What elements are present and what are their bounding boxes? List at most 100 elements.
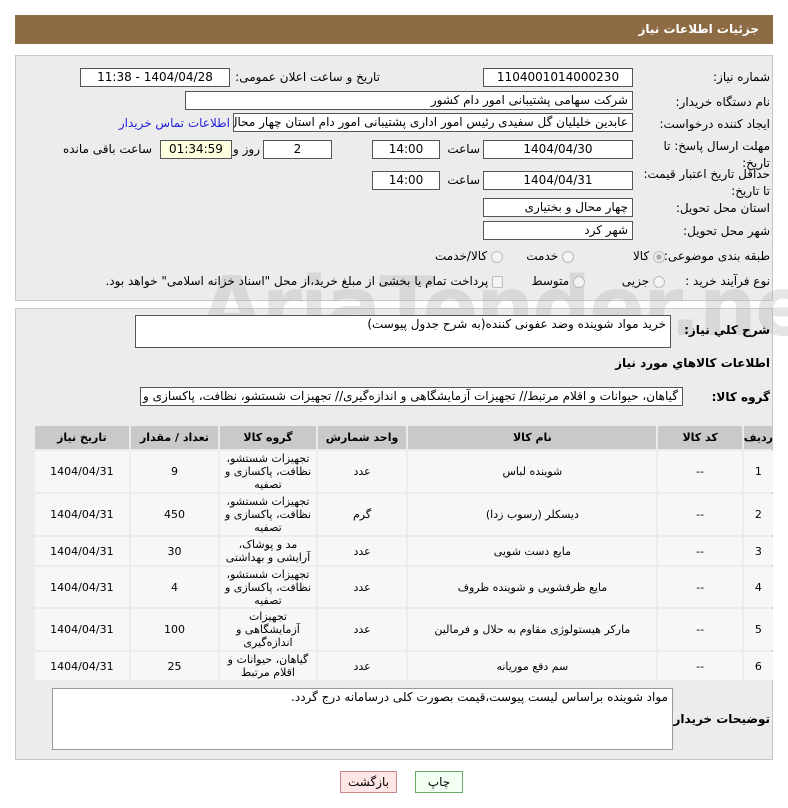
table-row: 5 -- مارکر هیستولوژی مقاوم به حلال و فرمال… [35, 609, 773, 650]
goods-group-cell: مد و پوشاک، آرایشی و بهداشتی [220, 537, 316, 565]
treasury-checkbox[interactable]: پرداخت تمام یا بخشی از مبلغ خرید،از محل … [105, 274, 503, 288]
group-label: گروه کالا: [711, 390, 770, 404]
col-group: گروه کالا [220, 426, 316, 449]
validity-label: حداقل تاریخ اعتبار قیمت: تا تاریخ: [643, 167, 770, 198]
row-number-cell: 4 [743, 567, 773, 607]
city-field[interactable]: شهر کرد [483, 221, 633, 240]
description-label: شرح کلي نياز: [684, 323, 770, 337]
buyer-label: نام دستگاه خریدار: [675, 95, 771, 109]
goods-name-cell: مایع دست شویی [408, 537, 657, 565]
quantity-cell: 450 [130, 494, 219, 535]
goods-code-cell: -- [658, 451, 742, 492]
col-date: تاریخ نیاز [35, 426, 129, 449]
validity-date-field[interactable]: 1404/04/31 [483, 171, 633, 190]
goods-name-cell: مارکر هیستولوژی مقاوم به حلال و فرمالین [408, 609, 657, 650]
goods-code-cell: -- [658, 537, 742, 565]
category-radio-goods[interactable]: کالا [633, 249, 665, 263]
announce-field[interactable]: 1404/04/28 - 11:38 [80, 68, 230, 87]
buyer-field[interactable]: شرکت سهامی پشتیبانی امور دام کشور [185, 91, 633, 110]
goods-name-cell: شوینده لباس [408, 451, 657, 492]
col-unit: واحد شمارش [317, 426, 407, 449]
radio-icon[interactable] [573, 275, 585, 288]
process-label: نوع فرآیند خرید : [685, 274, 770, 288]
goods-group-cell: تجهیزات شستشو، نظافت، پاکسازی و تصفیه [220, 494, 316, 535]
quantity-cell: 4 [130, 567, 219, 607]
col-name: نام کالا [408, 426, 657, 449]
need-date-cell: 1404/04/31 [35, 494, 129, 535]
unit-cell: عدد [317, 652, 407, 680]
table-row: 4 -- مایع ظرفشویی و شوینده ظروف عدد تجهیزات … [35, 567, 773, 607]
group-field[interactable]: گیاهان، حیوانات و اقلام مرتبط// تجهیزات … [140, 387, 683, 406]
process-radio-medium[interactable]: متوسط [531, 274, 585, 288]
col-row: ردیف [743, 426, 773, 449]
remaining-time-field: 01:34:59 [160, 140, 232, 159]
creator-field[interactable]: عابدین خلیلیان گل سفیدی رئیس امور اداری … [233, 113, 633, 132]
category-radio-service[interactable]: خدمت [526, 249, 574, 263]
description-field[interactable]: خرید مواد شوینده وضد عفونی کننده(به شرح … [135, 315, 671, 348]
row-number-cell: 5 [743, 609, 773, 650]
quantity-cell: 100 [130, 609, 219, 650]
radio-icon[interactable] [491, 250, 503, 263]
need-date-cell: 1404/04/31 [35, 609, 129, 650]
quantity-cell: 25 [130, 652, 219, 680]
quantity-cell: 9 [130, 451, 219, 492]
creator-label: ایجاد کننده درخواست: [659, 117, 770, 131]
goods-code-cell: -- [658, 652, 742, 680]
goods-name-cell: سم دفع موریانه [408, 652, 657, 680]
goods-group-cell: گیاهان، حیوانات و اقلام مرتبط [220, 652, 316, 680]
category-label: طبقه بندی موضوعی: [663, 249, 770, 263]
goods-code-cell: -- [658, 609, 742, 650]
goods-heading: اطلاعات کالاهاي مورد نياز [615, 356, 770, 370]
validity-time-label: ساعت [447, 173, 480, 187]
table-row: 2 -- دیسکلر (رسوب زدا) گرم تجهیزات شستشو، نظ… [35, 494, 773, 535]
need-date-cell: 1404/04/31 [35, 567, 129, 607]
need-date-cell: 1404/04/31 [35, 652, 129, 680]
unit-cell: عدد [317, 609, 407, 650]
goods-table: ردیف کد کالا نام کالا واحد شمارش گروه کا… [33, 424, 775, 682]
unit-cell: عدد [317, 537, 407, 565]
unit-cell: گرم [317, 494, 407, 535]
deadline-date-field[interactable]: 1404/04/30 [483, 140, 633, 159]
back-button[interactable]: بازگشت [340, 771, 397, 793]
need-number-label: شماره نیاز: [713, 70, 770, 84]
goods-code-cell: -- [658, 567, 742, 607]
goods-group-cell: تجهیزات شستشو، نظافت، پاکسازی و تصفیه [220, 567, 316, 607]
col-qty: تعداد / مقدار [130, 426, 219, 449]
print-button[interactable]: چاپ [415, 771, 463, 793]
need-date-cell: 1404/04/31 [35, 451, 129, 492]
checkbox-icon[interactable] [492, 275, 503, 288]
process-radio-minor[interactable]: جزیی [622, 274, 665, 288]
radio-icon[interactable] [653, 275, 665, 288]
radio-icon[interactable] [562, 250, 574, 263]
goods-name-cell: مایع ظرفشویی و شوینده ظروف [408, 567, 657, 607]
contact-buyer-link[interactable]: اطلاعات تماس خریدار [119, 116, 230, 130]
table-row: 3 -- مایع دست شویی عدد مد و پوشاک، آرایشی و … [35, 537, 773, 565]
days-field[interactable]: 2 [263, 140, 332, 159]
table-row: 6 -- سم دفع موریانه عدد گیاهان، حیوانات و اق… [35, 652, 773, 680]
goods-name-cell: دیسکلر (رسوب زدا) [408, 494, 657, 535]
remaining-label: ساعت باقی مانده [62, 142, 152, 156]
province-field[interactable]: چهار محال و بختیاری [483, 198, 633, 217]
deadline-time-field[interactable]: 14:00 [372, 140, 440, 159]
row-number-cell: 2 [743, 494, 773, 535]
city-label: شهر محل تحویل: [683, 224, 770, 238]
unit-cell: عدد [317, 451, 407, 492]
validity-time-field[interactable]: 14:00 [372, 171, 440, 190]
need-number-field[interactable]: 1104001014000230 [483, 68, 633, 87]
goods-group-cell: تجهیزات شستشو، نظافت، پاکسازی و تصفیه [220, 451, 316, 492]
unit-cell: عدد [317, 567, 407, 607]
row-number-cell: 1 [743, 451, 773, 492]
col-code: کد کالا [658, 426, 742, 449]
need-date-cell: 1404/04/31 [35, 537, 129, 565]
province-label: استان محل تحویل: [675, 201, 770, 215]
row-number-cell: 6 [743, 652, 773, 680]
table-header-row: ردیف کد کالا نام کالا واحد شمارش گروه کا… [35, 426, 773, 449]
notes-label: توضیحات خریدار: [668, 712, 770, 726]
radio-icon[interactable] [653, 250, 665, 263]
deadline-time-label: ساعت [447, 142, 480, 156]
row-number-cell: 3 [743, 537, 773, 565]
goods-group-cell: تجهیزات آزمایشگاهی و اندازه‌گیری [220, 609, 316, 650]
category-radio-goods-service[interactable]: کالا/خدمت [435, 249, 503, 263]
quantity-cell: 30 [130, 537, 219, 565]
notes-field[interactable]: مواد شوینده براساس لیست پیوست،قیمت بصورت… [52, 688, 673, 750]
